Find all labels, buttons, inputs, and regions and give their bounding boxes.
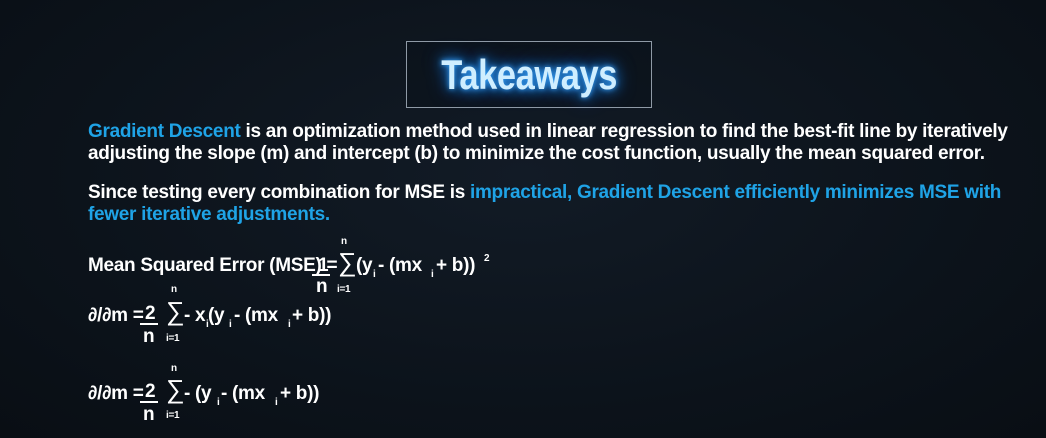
mse-term-y: (y bbox=[356, 255, 373, 276]
derivative-numerator: 2 bbox=[145, 303, 156, 324]
title-box: Takeaways bbox=[406, 41, 652, 108]
derivative-term-b: + b)) bbox=[280, 383, 320, 404]
sum-upper-limit: n bbox=[171, 363, 177, 374]
subscript-i: i bbox=[275, 397, 278, 408]
superscript-2: 2 bbox=[484, 253, 490, 264]
subscript-i: i bbox=[229, 319, 232, 330]
derivative-label: ∂/∂m = bbox=[88, 383, 144, 404]
paragraph-lead: Since testing every combination for MSE … bbox=[88, 182, 470, 203]
sum-lower-limit: i=1 bbox=[166, 410, 180, 421]
sigma-icon: ∑ bbox=[338, 247, 357, 277]
derivative-term-mx: - (mx bbox=[221, 383, 265, 404]
sum-upper-limit: n bbox=[171, 284, 177, 295]
page-title: Takeaways bbox=[441, 50, 617, 98]
subscript-i: i bbox=[373, 269, 376, 280]
derivative-term-mx: - (mx bbox=[234, 305, 278, 326]
paragraph-gradient-descent: Gradient Descent is an optimization meth… bbox=[88, 121, 1008, 165]
derivative-term-x: - x bbox=[184, 305, 206, 326]
highlight-gradient-descent: Gradient Descent bbox=[88, 121, 241, 142]
subscript-i: i bbox=[217, 397, 220, 408]
slide: Takeaways Gradient Descent is an optimiz… bbox=[0, 0, 1046, 438]
sigma-icon: ∑ bbox=[166, 374, 185, 404]
mse-term-mx: - (mx bbox=[378, 255, 422, 276]
paragraph-impractical: Since testing every combination for MSE … bbox=[88, 182, 1008, 226]
sigma-icon: ∑ bbox=[166, 296, 185, 326]
fraction-bar bbox=[140, 401, 158, 403]
subscript-i: i bbox=[288, 319, 291, 330]
derivative-denominator: n bbox=[143, 404, 155, 425]
sum-lower-limit: i=1 bbox=[337, 284, 351, 295]
mse-denominator: n bbox=[316, 276, 328, 297]
derivative-numerator: 2 bbox=[145, 381, 156, 402]
sum-lower-limit: i=1 bbox=[166, 333, 180, 344]
derivative-term-b: + b)) bbox=[292, 305, 332, 326]
mse-term-b: + b)) bbox=[436, 255, 476, 276]
derivative-denominator: n bbox=[143, 326, 155, 347]
mse-label: Mean Squared Error (MSE) = bbox=[88, 255, 338, 276]
sum-upper-limit: n bbox=[341, 236, 347, 247]
derivative-term-y: (y bbox=[208, 305, 225, 326]
subscript-i: i bbox=[431, 269, 434, 280]
derivative-term-y: - (y bbox=[184, 383, 212, 404]
fraction-bar bbox=[140, 323, 158, 325]
derivative-label: ∂/∂m = bbox=[88, 305, 144, 326]
